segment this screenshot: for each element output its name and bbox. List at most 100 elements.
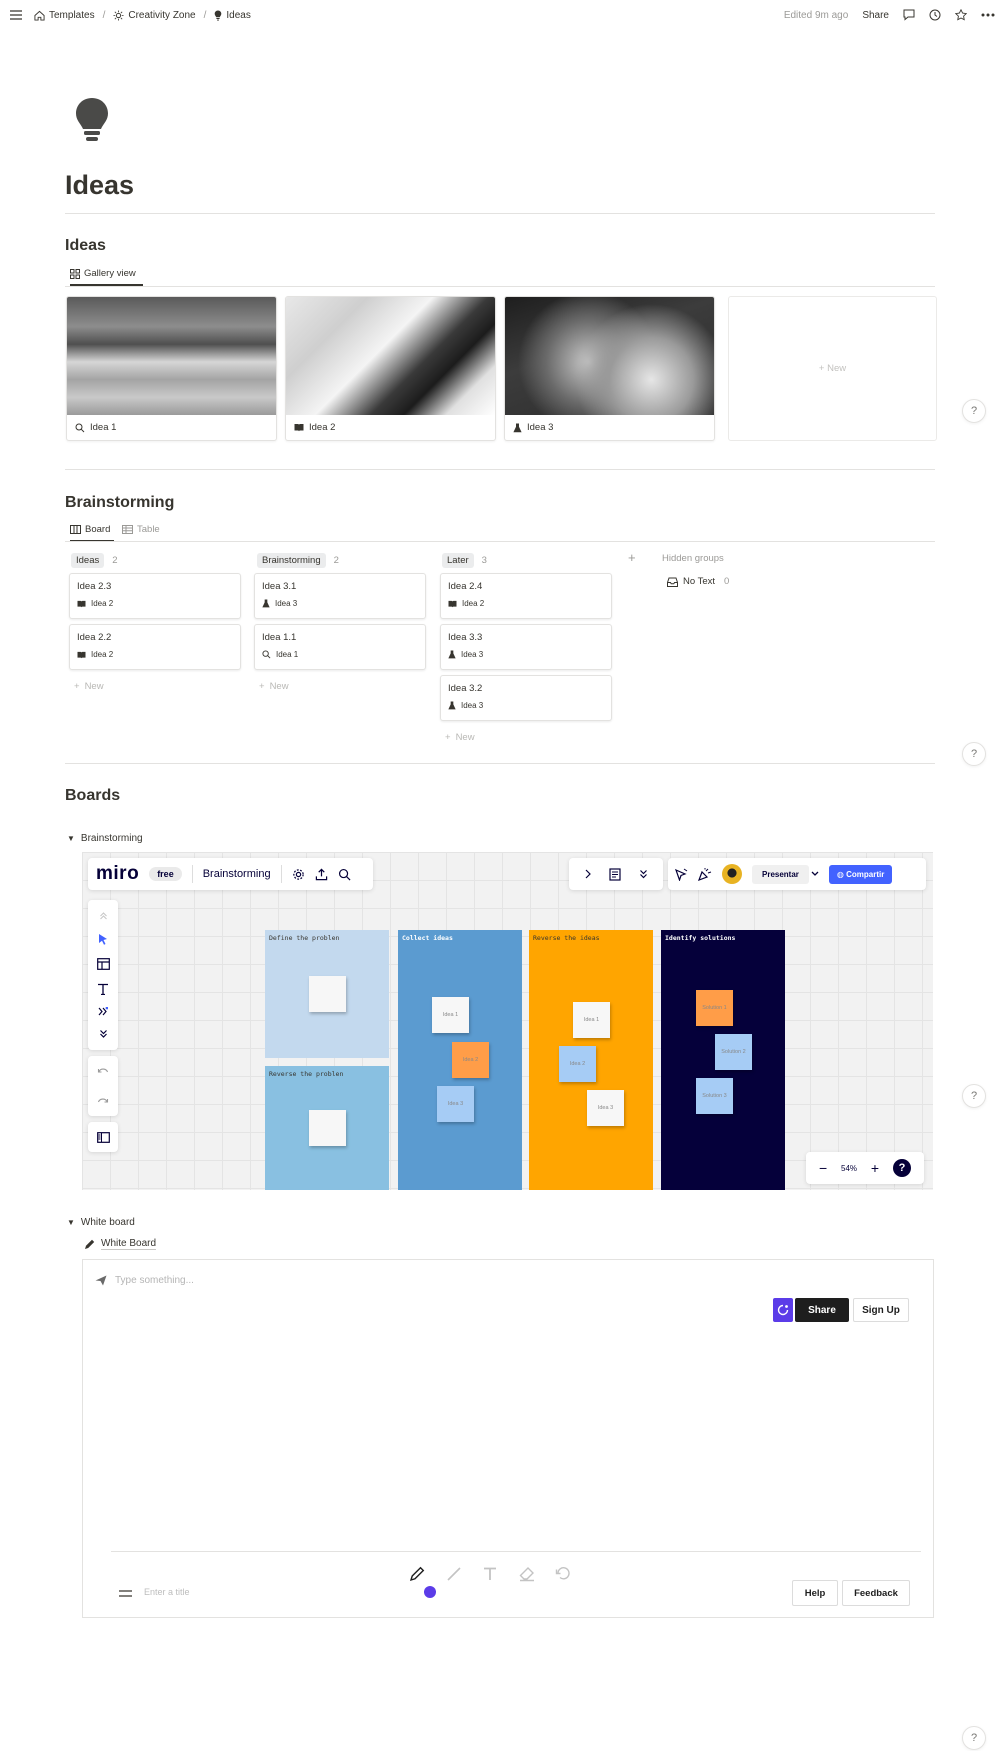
miro-frames-panel-button[interactable]	[88, 1122, 118, 1152]
board-card[interactable]: Idea 2.4 Idea 2	[440, 573, 612, 619]
divider	[65, 541, 935, 542]
menu-icon[interactable]	[119, 1590, 132, 1597]
clock-icon[interactable]	[929, 9, 941, 21]
zoom-level[interactable]: 54%	[841, 1164, 857, 1173]
pencil-tool-icon[interactable]	[409, 1566, 425, 1582]
gallery-card[interactable]: Idea 3	[504, 296, 715, 441]
chevrons-up-icon[interactable]	[99, 912, 108, 920]
tab-table[interactable]: Table	[122, 524, 160, 540]
celebrate-icon[interactable]	[698, 867, 712, 881]
share-button[interactable]: Share	[795, 1298, 849, 1322]
redo-icon[interactable]	[97, 1097, 109, 1105]
search-icon	[75, 423, 85, 433]
sticky-note[interactable]: Solution 1	[696, 990, 733, 1026]
text-tool-icon[interactable]	[482, 1566, 498, 1582]
page-title: Ideas	[65, 170, 135, 200]
upload-icon[interactable]	[315, 868, 328, 881]
sticky-note-blank[interactable]	[309, 976, 346, 1012]
comment-icon[interactable]	[903, 9, 915, 21]
undo-icon[interactable]	[97, 1067, 109, 1075]
whiteboard-link[interactable]: White Board	[84, 1238, 157, 1250]
lightbulb-icon[interactable]	[72, 96, 112, 144]
toggle-brainstorming[interactable]: ▼ Brainstorming	[67, 833, 143, 844]
board-name[interactable]: Brainstorming	[203, 868, 271, 880]
star-icon[interactable]	[955, 9, 967, 21]
miro-toolbar	[88, 900, 118, 1050]
sticky-note[interactable]: Idea 3	[587, 1090, 624, 1126]
present-button[interactable]: Presentar	[752, 864, 809, 884]
toggle-white-board[interactable]: ▼ White board	[67, 1217, 135, 1228]
plan-badge[interactable]: free	[149, 867, 182, 881]
app-logo-icon[interactable]	[773, 1298, 793, 1322]
miro-logo[interactable]: miro	[96, 863, 139, 885]
sticky-note[interactable]: Solution 2	[715, 1034, 752, 1070]
add-group-button[interactable]: +	[628, 550, 636, 565]
new-card-button[interactable]: + New	[259, 681, 289, 692]
new-card-button[interactable]: + New	[74, 681, 104, 692]
more-tools-icon[interactable]	[98, 1007, 108, 1016]
avatar[interactable]	[722, 864, 742, 884]
whiteboard-embed[interactable]: Type something... Share Sign Up Enter a …	[82, 1259, 934, 1618]
compartir-button[interactable]: ◍ Compartir	[828, 864, 893, 884]
notes-icon[interactable]	[609, 867, 622, 881]
line-tool-icon[interactable]	[446, 1566, 462, 1582]
sign-up-button[interactable]: Sign Up	[853, 1298, 909, 1322]
board-card[interactable]: Idea 2.3 Idea 2	[69, 573, 241, 619]
chevron-right-icon[interactable]	[584, 869, 592, 879]
board-card[interactable]: Idea 1.1 Idea 1	[254, 624, 426, 670]
feedback-button[interactable]: Feedback	[842, 1580, 910, 1606]
ideas-section-title: Ideas	[65, 237, 106, 254]
template-icon[interactable]	[96, 958, 110, 971]
text-tool-icon[interactable]	[97, 983, 109, 995]
sticky-note[interactable]: Idea 1	[432, 997, 469, 1033]
chevrons-down-icon[interactable]	[639, 869, 648, 879]
color-picker[interactable]	[424, 1586, 436, 1598]
breadcrumb-ideas[interactable]: Ideas	[226, 10, 250, 21]
share-button[interactable]: Share	[862, 10, 889, 21]
zoom-in-button[interactable]: +	[871, 1160, 879, 1176]
more-icon[interactable]	[981, 13, 995, 17]
new-card-button[interactable]: + New	[728, 296, 937, 441]
sticky-note-blank[interactable]	[309, 1110, 346, 1146]
help-button[interactable]: ?	[962, 399, 986, 423]
help-button[interactable]: ?	[962, 1726, 986, 1750]
sticky-note[interactable]: Solution 3	[696, 1078, 733, 1114]
zoom-out-button[interactable]: −	[819, 1160, 827, 1176]
miro-embed[interactable]: miro free Brainstorming Presentar ◍ Comp…	[82, 852, 933, 1190]
help-button[interactable]: Help	[792, 1580, 838, 1606]
search-icon[interactable]	[338, 868, 351, 881]
breadcrumb-templates[interactable]: Templates	[49, 10, 95, 21]
chevron-down-icon[interactable]	[811, 871, 819, 877]
board-card[interactable]: Idea 3.1 Idea 3	[254, 573, 426, 619]
gallery-card[interactable]: Idea 1	[66, 296, 277, 441]
board-card[interactable]: Idea 2.2 Idea 2	[69, 624, 241, 670]
board-card[interactable]: Idea 3.3 Idea 3	[440, 624, 612, 670]
tab-board[interactable]: Board	[70, 524, 114, 542]
sticky-note[interactable]: Idea 1	[573, 1002, 610, 1038]
type-input[interactable]: Type something...	[95, 1275, 194, 1286]
menu-icon[interactable]	[10, 10, 22, 20]
divider	[65, 213, 935, 214]
sticky-note[interactable]: Idea 3	[437, 1086, 474, 1122]
undo-icon[interactable]	[555, 1566, 571, 1580]
gallery-card[interactable]: Idea 2	[285, 296, 496, 441]
hidden-group-no-text[interactable]: No Text 0	[667, 576, 729, 587]
select-cursor-icon[interactable]	[98, 933, 109, 946]
tab-gallery-view[interactable]: Gallery view	[70, 268, 143, 286]
eraser-tool-icon[interactable]	[519, 1566, 535, 1582]
new-card-button[interactable]: + New	[445, 732, 475, 743]
brainstorming-section-title: Brainstorming	[65, 494, 175, 511]
title-input[interactable]: Enter a title	[144, 1587, 190, 1597]
gear-icon[interactable]	[292, 868, 305, 881]
help-button[interactable]: ?	[962, 1084, 986, 1108]
sticky-note[interactable]: Idea 2	[452, 1042, 489, 1078]
help-button[interactable]: ?	[962, 742, 986, 766]
chevrons-down-icon[interactable]	[99, 1029, 108, 1038]
help-icon[interactable]: ?	[893, 1159, 911, 1177]
new-label: New	[84, 681, 104, 692]
breadcrumb-creativity-zone[interactable]: Creativity Zone	[128, 10, 195, 21]
cursor-hide-icon[interactable]	[674, 868, 688, 881]
tab-label: Gallery view	[84, 268, 136, 279]
board-card[interactable]: Idea 3.2 Idea 3	[440, 675, 612, 721]
sticky-note[interactable]: Idea 2	[559, 1046, 596, 1082]
